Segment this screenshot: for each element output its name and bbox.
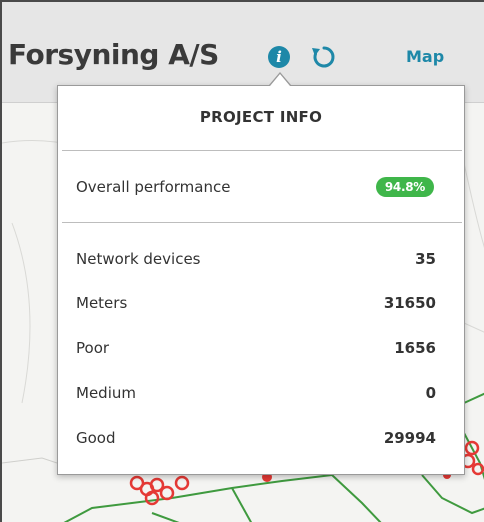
map-link[interactable]: Map [406, 47, 444, 66]
popover-title: PROJECT INFO [199, 108, 323, 126]
info-icon[interactable]: i [268, 46, 290, 68]
project-info-popover: PROJECT INFO Overall performance 94.8% N… [57, 85, 465, 475]
stat-row-medium: Medium 0 [76, 384, 436, 404]
stat-label: Network devices [76, 250, 201, 268]
stat-value: 0 [425, 384, 436, 402]
stat-label: Medium [76, 384, 136, 402]
popover-arrow-fill [270, 74, 290, 86]
stat-row-poor: Poor 1656 [76, 339, 436, 359]
app-window: Forsyning A/S i Map PROJECT INFO Overall… [0, 0, 484, 522]
stat-value: 31650 [383, 294, 436, 312]
stat-row-network-devices: Network devices 35 [76, 250, 436, 270]
divider [62, 222, 462, 223]
stat-row-good: Good 29994 [76, 429, 436, 449]
stat-row-meters: Meters 31650 [76, 294, 436, 314]
project-title: Forsyning A/S [8, 38, 219, 71]
stat-label: Poor [76, 339, 110, 357]
stat-value: 29994 [383, 429, 436, 447]
stat-label: Meters [76, 294, 128, 312]
performance-badge: 94.8% [375, 177, 434, 197]
stat-value: 35 [415, 250, 436, 268]
overall-performance-label: Overall performance [76, 178, 231, 196]
refresh-icon[interactable] [309, 42, 339, 72]
stat-label: Good [76, 429, 116, 447]
stat-value: 1656 [394, 339, 436, 357]
divider [62, 150, 462, 151]
